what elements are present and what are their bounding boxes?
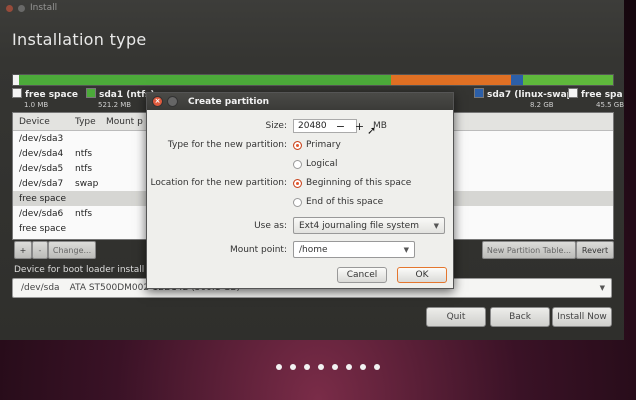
use-as-select[interactable]: Ext4 journaling file system ▼ [293, 217, 445, 234]
radio-label: Logical [306, 159, 338, 169]
legend-swatch [568, 88, 578, 98]
radio-label: End of this space [306, 197, 384, 207]
partition-segment [523, 75, 613, 85]
mouse-pointer-icon: ➚ [367, 124, 377, 137]
radio-icon [293, 159, 302, 169]
bootloader-device: /dev/sda [21, 283, 60, 293]
chevron-down-icon: ▼ [403, 245, 409, 254]
dialog-title: Create partition [188, 96, 270, 107]
row-device: /dev/sda4 [19, 148, 64, 159]
pager-dot[interactable] [360, 364, 366, 370]
chevron-down-icon: ▼ [433, 221, 439, 230]
row-type: swap [75, 178, 99, 189]
mount-point-combo[interactable]: /home ▼ [293, 241, 415, 258]
row-device: free space [19, 193, 67, 204]
partition-bar [12, 74, 614, 86]
install-now-button[interactable]: Install Now [552, 307, 612, 327]
close-icon[interactable]: × [152, 96, 163, 107]
partition-segment [391, 75, 511, 85]
legend-size: 1.0 MB [24, 101, 49, 109]
window-title: Install [30, 3, 58, 13]
legend-item: free space 1.0 MB [12, 88, 78, 109]
radio-icon [293, 197, 302, 207]
row-type: ntfs [75, 163, 93, 174]
close-window-icon[interactable] [6, 4, 13, 12]
mount-point-label: Mount point: [229, 245, 287, 255]
pager-dot[interactable] [346, 364, 352, 370]
chevron-down-icon: ▼ [599, 284, 605, 292]
legend-label: sda7 (linux-swap) [487, 90, 578, 100]
pager-dot[interactable] [290, 364, 296, 370]
legend-item: sda1 (ntfs) 521.2 MB [86, 88, 154, 109]
minimize-icon[interactable] [167, 96, 178, 107]
row-device: /dev/sda6 [19, 208, 64, 219]
size-increment-button[interactable]: + [352, 119, 367, 133]
location-label: Location for the new partition: [150, 178, 288, 188]
add-partition-button[interactable]: + [14, 241, 32, 259]
type-label: Type for the new partition: [167, 140, 287, 150]
legend-item: free spa 45.5 GB [568, 88, 624, 109]
location-beginning-radio[interactable]: Beginning of this space [293, 178, 411, 188]
minimize-window-icon[interactable] [18, 4, 25, 12]
partition-segment [511, 75, 523, 85]
row-type: ntfs [75, 208, 93, 219]
legend-swatch [86, 88, 96, 98]
radio-selected-icon [293, 140, 302, 150]
legend-size: 45.5 GB [596, 101, 625, 109]
column-header-type[interactable]: Type [69, 117, 100, 127]
column-header-device[interactable]: Device [13, 117, 69, 127]
window-titlebar: Install [6, 2, 57, 14]
column-header-mount[interactable]: Mount p [100, 117, 143, 127]
pager-dot[interactable] [332, 364, 338, 370]
dialog-titlebar: × Create partition [147, 93, 453, 110]
pager-dot[interactable] [304, 364, 310, 370]
remove-partition-button[interactable]: - [32, 241, 48, 259]
pager-dot[interactable] [318, 364, 324, 370]
bootloader-label: Device for boot loader install [14, 265, 145, 275]
row-device: /dev/sda7 [19, 178, 64, 189]
size-decrement-button[interactable]: − [333, 119, 348, 133]
page-title: Installation type [12, 30, 147, 49]
type-logical-radio[interactable]: Logical [293, 159, 338, 169]
legend-item: sda7 (linux-swap) 8.2 GB [474, 88, 577, 109]
row-device: /dev/sda3 [19, 133, 64, 144]
radio-selected-icon [293, 178, 302, 188]
pager-dot[interactable] [276, 364, 282, 370]
row-device: free space [19, 223, 67, 234]
location-end-radio[interactable]: End of this space [293, 197, 383, 207]
new-partition-table-button[interactable]: New Partition Table... [482, 241, 576, 259]
back-button[interactable]: Back [490, 307, 550, 327]
quit-button[interactable]: Quit [426, 307, 486, 327]
mount-point-value: /home [299, 244, 328, 255]
revert-button[interactable]: Revert [576, 241, 614, 259]
radio-label: Beginning of this space [306, 178, 412, 188]
use-as-label: Use as: [254, 221, 287, 231]
legend-swatch [474, 88, 484, 98]
partition-segment [19, 75, 391, 85]
radio-label: Primary [306, 140, 341, 150]
create-partition-dialog: × Create partition Size: 20480 − + MB ➚ … [146, 92, 454, 289]
pager-dot[interactable] [374, 364, 380, 370]
row-device: /dev/sda5 [19, 163, 64, 174]
change-partition-button[interactable]: Change... [48, 241, 96, 259]
ok-button[interactable]: OK [397, 267, 447, 283]
slideshow-pager [276, 364, 380, 370]
type-primary-radio[interactable]: Primary [293, 140, 341, 150]
cancel-button[interactable]: Cancel [337, 267, 387, 283]
legend-label: free space [25, 90, 79, 100]
use-as-value: Ext4 journaling file system [299, 220, 419, 231]
size-label: Size: [265, 121, 287, 131]
size-value: 20480 [298, 121, 327, 131]
row-type: ntfs [75, 148, 93, 159]
legend-swatch [12, 88, 22, 98]
legend-label: free spa [581, 90, 623, 100]
